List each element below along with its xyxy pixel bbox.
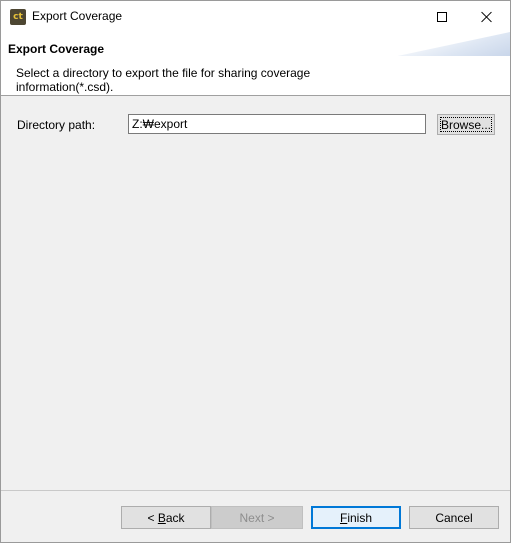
banner-graphic: [397, 32, 510, 56]
export-coverage-dialog: ct Export Coverage Export Coverage Selec…: [0, 0, 511, 543]
finish-rest: inish: [347, 510, 373, 525]
directory-path-input[interactable]: [128, 114, 426, 134]
maximize-icon: [436, 11, 447, 22]
browse-button[interactable]: Browse...: [437, 114, 495, 135]
back-button[interactable]: < Back: [121, 506, 211, 529]
ct-app-icon: ct: [10, 9, 26, 25]
window-title: Export Coverage: [32, 9, 123, 23]
back-rest: ack: [165, 510, 185, 525]
close-icon: [481, 11, 493, 23]
finish-button[interactable]: Finish: [311, 506, 401, 529]
cancel-button[interactable]: Cancel: [409, 506, 499, 529]
directory-path-label: Directory path:: [17, 118, 96, 132]
finish-mnemonic: F: [339, 510, 348, 525]
back-mnemonic: B: [157, 510, 166, 525]
maximize-button[interactable]: [419, 1, 464, 32]
wizard-banner: Export Coverage Select a directory to ex…: [1, 32, 510, 96]
next-button[interactable]: Next >: [211, 506, 303, 529]
title-bar[interactable]: ct Export Coverage: [1, 1, 510, 32]
page-description: Select a directory to export the file fo…: [16, 66, 311, 94]
footer-separator: [1, 490, 510, 491]
back-prefix: <: [147, 510, 158, 525]
close-button[interactable]: [464, 1, 509, 32]
directory-row: Directory path: Browse...: [1, 113, 510, 137]
page-title: Export Coverage: [8, 42, 105, 56]
